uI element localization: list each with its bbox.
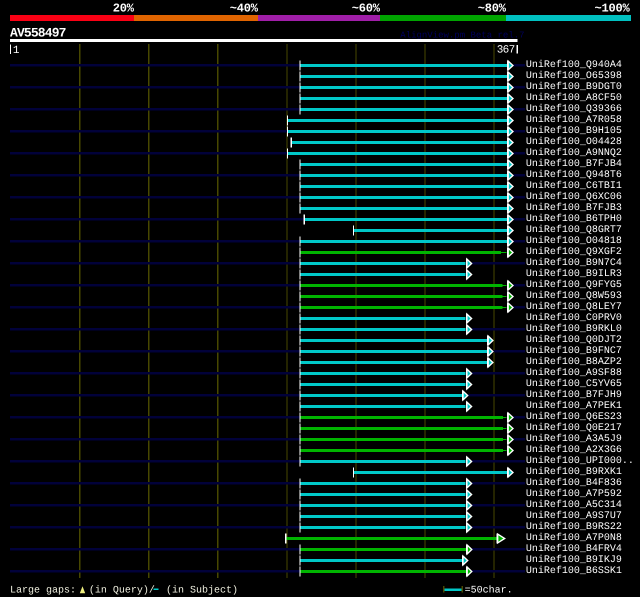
svg-text:367: 367 bbox=[497, 45, 515, 57]
svg-text:UniRef100_B6SSK1: UniRef100_B6SSK1 bbox=[526, 565, 622, 577]
svg-text:~40%: ~40% bbox=[230, 1, 259, 15]
svg-text:UniRef100_C5YV65: UniRef100_C5YV65 bbox=[526, 378, 622, 390]
svg-text:UniRef100_Q0E217: UniRef100_Q0E217 bbox=[526, 422, 622, 434]
svg-text:UniRef100_Q940A4: UniRef100_Q940A4 bbox=[526, 59, 622, 71]
svg-text:UniRef100_UPI000..: UniRef100_UPI000.. bbox=[526, 455, 634, 467]
svg-text:UniRef100_O04428: UniRef100_O04428 bbox=[526, 136, 622, 148]
svg-text:UniRef100_Q39366: UniRef100_Q39366 bbox=[526, 103, 622, 115]
svg-text:UniRef100_A8CF50: UniRef100_A8CF50 bbox=[526, 92, 622, 104]
svg-text:UniRef100_B8AZP2: UniRef100_B8AZP2 bbox=[526, 356, 622, 368]
svg-text:UniRef100_Q8W593: UniRef100_Q8W593 bbox=[526, 290, 622, 302]
svg-text:UniRef100_A2X3G6: UniRef100_A2X3G6 bbox=[526, 444, 622, 456]
svg-text:UniRef100_B7FJB3: UniRef100_B7FJB3 bbox=[526, 202, 622, 214]
svg-text:UniRef100_C6TBI1: UniRef100_C6TBI1 bbox=[526, 180, 622, 192]
svg-text:UniRef100_Q9FYG5: UniRef100_Q9FYG5 bbox=[526, 279, 622, 291]
svg-text:1: 1 bbox=[13, 45, 20, 57]
svg-text:UniRef100_A7P0N8: UniRef100_A7P0N8 bbox=[526, 532, 622, 544]
svg-text:UniRef100_B9RS22: UniRef100_B9RS22 bbox=[526, 521, 622, 533]
svg-text:UniRef100_B6TPH0: UniRef100_B6TPH0 bbox=[526, 213, 622, 225]
svg-text:UniRef100_Q8GRT7: UniRef100_Q8GRT7 bbox=[526, 224, 622, 236]
svg-text:UniRef100_B9IKJ9: UniRef100_B9IKJ9 bbox=[526, 554, 622, 566]
svg-text:UniRef100_B7FJB4: UniRef100_B7FJB4 bbox=[526, 158, 622, 170]
svg-text:20%: 20% bbox=[113, 1, 135, 15]
svg-text:UniRef100_A5C314: UniRef100_A5C314 bbox=[526, 499, 622, 511]
svg-text:UniRef100_Q6XC06: UniRef100_Q6XC06 bbox=[526, 191, 622, 203]
svg-text:AV558497: AV558497 bbox=[10, 25, 66, 40]
svg-text:Large gaps:: Large gaps: bbox=[10, 586, 76, 597]
svg-text:UniRef100_O65398: UniRef100_O65398 bbox=[526, 70, 622, 82]
svg-text:UniRef100_A9S7U7: UniRef100_A9S7U7 bbox=[526, 510, 622, 522]
svg-text:(in Query)/: (in Query)/ bbox=[89, 585, 155, 597]
svg-text:UniRef100_B4FRV4: UniRef100_B4FRV4 bbox=[526, 543, 622, 555]
svg-text:UniRef100_B9N7C4: UniRef100_B9N7C4 bbox=[526, 257, 622, 269]
svg-text:UniRef100_B7FJH9: UniRef100_B7FJH9 bbox=[526, 389, 622, 401]
svg-text:UniRef100_B9FNC7: UniRef100_B9FNC7 bbox=[526, 345, 622, 357]
svg-text:UniRef100_B9DGT0: UniRef100_B9DGT0 bbox=[526, 81, 622, 93]
svg-text:UniRef100_B9RKL0: UniRef100_B9RKL0 bbox=[526, 323, 622, 335]
svg-text:UniRef100_Q6ES23: UniRef100_Q6ES23 bbox=[526, 411, 622, 423]
svg-text:UniRef100_C0PRV0: UniRef100_C0PRV0 bbox=[526, 312, 622, 324]
svg-text:UniRef100_A9NNQ2: UniRef100_A9NNQ2 bbox=[526, 147, 622, 159]
svg-text:~60%: ~60% bbox=[352, 1, 381, 15]
svg-text:(in Subject): (in Subject) bbox=[166, 585, 238, 597]
svg-text:UniRef100_Q0DJT2: UniRef100_Q0DJT2 bbox=[526, 334, 622, 346]
svg-text:UniRef100_Q8LEY7: UniRef100_Q8LEY7 bbox=[526, 301, 622, 313]
svg-text:UniRef100_A9SF88: UniRef100_A9SF88 bbox=[526, 367, 622, 379]
svg-text:~100%: ~100% bbox=[594, 1, 630, 15]
svg-text:UniRef100_A3A5J9: UniRef100_A3A5J9 bbox=[526, 433, 622, 445]
svg-text:UniRef100_A7PEK1: UniRef100_A7PEK1 bbox=[526, 400, 622, 412]
svg-text:UniRef100_Q9XGF2: UniRef100_Q9XGF2 bbox=[526, 246, 622, 258]
svg-text:=50char.: =50char. bbox=[465, 585, 513, 597]
svg-text:UniRef100_B4F836: UniRef100_B4F836 bbox=[526, 477, 622, 489]
svg-text:UniRef100_O04818: UniRef100_O04818 bbox=[526, 235, 622, 247]
svg-text:UniRef100_Q948T6: UniRef100_Q948T6 bbox=[526, 169, 622, 181]
svg-text:UniRef100_B9RXK1: UniRef100_B9RXK1 bbox=[526, 466, 622, 478]
svg-text:UniRef100_A7R058: UniRef100_A7R058 bbox=[526, 114, 622, 126]
svg-text:UniRef100_B9ILR3: UniRef100_B9ILR3 bbox=[526, 268, 622, 280]
svg-text:~80%: ~80% bbox=[478, 1, 507, 15]
svg-text:UniRef100_B9H105: UniRef100_B9H105 bbox=[526, 125, 622, 137]
svg-text:UniRef100_A7P592: UniRef100_A7P592 bbox=[526, 488, 622, 500]
